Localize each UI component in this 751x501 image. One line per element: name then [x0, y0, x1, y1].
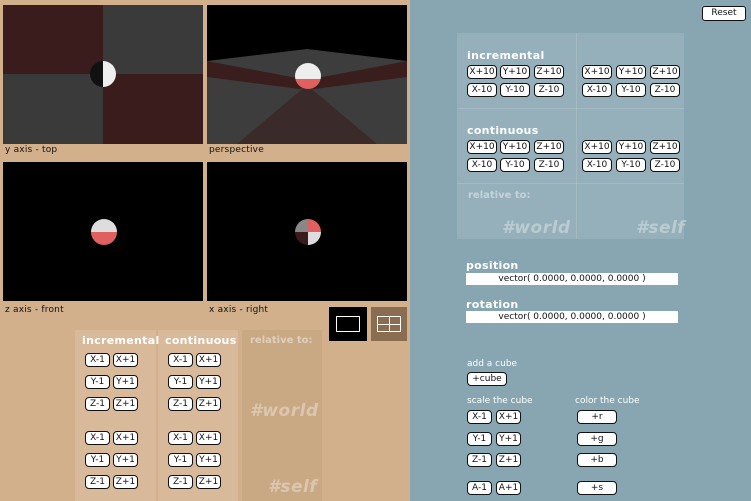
- rot-inc-world-x-minus-button[interactable]: X-10: [467, 83, 497, 97]
- left-inc-self-x-plus-button[interactable]: X+1: [113, 431, 138, 445]
- left-cont-self-x-plus-button[interactable]: X+1: [196, 431, 221, 445]
- left-cont-x-minus-button[interactable]: X-1: [168, 353, 193, 367]
- rotation-label: rotation: [466, 298, 519, 311]
- scale-x-minus-button[interactable]: X-1: [467, 410, 492, 424]
- left-cont-self-z-minus-button[interactable]: Z-1: [168, 475, 193, 489]
- left-inc-self-z-minus-button[interactable]: Z-1: [85, 475, 110, 489]
- rot-inc-world-y-minus-button[interactable]: Y-10: [500, 83, 530, 97]
- rot-cont-world-z-plus-button[interactable]: Z+10: [534, 140, 564, 154]
- left-cont-x-plus-button[interactable]: X+1: [196, 353, 221, 367]
- left-inc-y-plus-button[interactable]: Y+1: [113, 375, 138, 389]
- add-cube-label: add a cube: [467, 359, 518, 369]
- left-cont-y-minus-button[interactable]: Y-1: [168, 375, 193, 389]
- position-label: position: [466, 259, 519, 272]
- rotation-value: vector( 0.0000, 0.0000, 0.0000 ): [466, 311, 678, 323]
- viewport-top[interactable]: [3, 5, 203, 144]
- left-world-option[interactable]: #world: [250, 401, 319, 421]
- rot-inc-self-x-plus-button[interactable]: X+10: [582, 65, 612, 79]
- rot-cont-world-x-minus-button[interactable]: X-10: [467, 158, 497, 172]
- rot-cont-world-y-plus-button[interactable]: Y+10: [500, 140, 530, 154]
- left-cont-self-z-plus-button[interactable]: Z+1: [196, 475, 221, 489]
- right-self-option[interactable]: #self: [636, 218, 685, 238]
- left-cont-self-x-minus-button[interactable]: X-1: [168, 431, 193, 445]
- left-cont-z-plus-button[interactable]: Z+1: [196, 397, 221, 411]
- left-inc-z-minus-button[interactable]: Z-1: [85, 397, 110, 411]
- left-panel: y axis - top perspective z axis - front …: [0, 0, 410, 501]
- viewport-perspective[interactable]: [207, 5, 407, 144]
- viewport-top-label: y axis - top: [5, 145, 58, 155]
- scale-a-plus-button[interactable]: A+1: [496, 481, 521, 495]
- rot-inc-self-x-minus-button[interactable]: X-10: [582, 83, 612, 97]
- scale-x-plus-button[interactable]: X+1: [496, 410, 521, 424]
- left-inc-self-z-plus-button[interactable]: Z+1: [113, 475, 138, 489]
- reset-button[interactable]: Reset: [702, 6, 746, 21]
- rot-inc-self-z-minus-button[interactable]: Z-10: [650, 83, 680, 97]
- rot-cont-world-y-minus-button[interactable]: Y-10: [500, 158, 530, 172]
- rot-inc-world-y-plus-button[interactable]: Y+10: [500, 65, 530, 79]
- left-inc-x-minus-button[interactable]: X-1: [85, 353, 110, 367]
- scale-a-minus-button[interactable]: A-1: [467, 481, 492, 495]
- scale-y-minus-button[interactable]: Y-1: [467, 432, 492, 446]
- rot-cont-world-z-minus-button[interactable]: Z-10: [534, 158, 564, 172]
- scale-y-plus-button[interactable]: Y+1: [496, 432, 521, 446]
- left-inc-z-plus-button[interactable]: Z+1: [113, 397, 138, 411]
- left-cont-self-y-plus-button[interactable]: Y+1: [196, 453, 221, 467]
- color-r-button[interactable]: +r: [577, 410, 617, 424]
- rotation-divider-1: [457, 108, 684, 109]
- viewport-perspective-label: perspective: [209, 145, 264, 155]
- sphere-right: [295, 219, 321, 245]
- left-self-option[interactable]: #self: [268, 477, 317, 497]
- left-inc-x-plus-button[interactable]: X+1: [113, 353, 138, 367]
- rot-cont-self-y-minus-button[interactable]: Y-10: [616, 158, 646, 172]
- rotation-divider-2: [457, 183, 684, 184]
- quad-view-icon[interactable]: [371, 307, 407, 341]
- left-inc-self-y-plus-button[interactable]: Y+1: [113, 453, 138, 467]
- viewport-right[interactable]: [207, 162, 407, 301]
- sphere-top: [90, 61, 116, 87]
- left-inc-self-x-minus-button[interactable]: X-1: [85, 431, 110, 445]
- viewport-front-label: z axis - front: [5, 305, 64, 315]
- rot-cont-self-x-plus-button[interactable]: X+10: [582, 140, 612, 154]
- sphere-front: [91, 219, 117, 245]
- right-panel: Reset incremental continuous relative to…: [410, 0, 751, 501]
- left-continuous-label: continuous: [165, 334, 237, 347]
- sphere-perspective: [295, 63, 321, 89]
- color-cube-label: color the cube: [575, 396, 640, 406]
- scale-z-plus-button[interactable]: Z+1: [496, 453, 521, 467]
- rot-cont-self-z-plus-button[interactable]: Z+10: [650, 140, 680, 154]
- scale-z-minus-button[interactable]: Z-1: [467, 453, 492, 467]
- left-cont-self-y-minus-button[interactable]: Y-1: [168, 453, 193, 467]
- rot-inc-self-z-plus-button[interactable]: Z+10: [650, 65, 680, 79]
- color-g-button[interactable]: +g: [577, 432, 617, 446]
- rot-inc-world-z-minus-button[interactable]: Z-10: [534, 83, 564, 97]
- viewport-right-label: x axis - right: [209, 305, 269, 315]
- left-incremental-label: incremental: [82, 334, 160, 347]
- right-world-option[interactable]: #world: [502, 218, 571, 238]
- position-value: vector( 0.0000, 0.0000, 0.0000 ): [466, 273, 678, 285]
- left-cont-z-minus-button[interactable]: Z-1: [168, 397, 193, 411]
- left-relative-label: relative to:: [250, 335, 313, 346]
- rot-inc-self-y-plus-button[interactable]: Y+10: [616, 65, 646, 79]
- left-inc-y-minus-button[interactable]: Y-1: [85, 375, 110, 389]
- rot-cont-world-x-plus-button[interactable]: X+10: [467, 140, 497, 154]
- color-b-button[interactable]: +b: [577, 453, 617, 467]
- add-cube-button[interactable]: +cube: [467, 372, 507, 386]
- rot-cont-self-z-minus-button[interactable]: Z-10: [650, 158, 680, 172]
- rot-cont-self-y-plus-button[interactable]: Y+10: [616, 140, 646, 154]
- viewport-front[interactable]: [3, 162, 203, 301]
- rotation-divider-vertical: [576, 33, 577, 239]
- left-cont-y-plus-button[interactable]: Y+1: [196, 375, 221, 389]
- rot-inc-world-z-plus-button[interactable]: Z+10: [534, 65, 564, 79]
- right-continuous-label: continuous: [467, 124, 539, 137]
- rot-inc-self-y-minus-button[interactable]: Y-10: [616, 83, 646, 97]
- right-incremental-label: incremental: [467, 49, 545, 62]
- single-view-icon[interactable]: [329, 307, 367, 341]
- left-inc-self-y-minus-button[interactable]: Y-1: [85, 453, 110, 467]
- rot-inc-world-x-plus-button[interactable]: X+10: [467, 65, 497, 79]
- rot-cont-self-x-minus-button[interactable]: X-10: [582, 158, 612, 172]
- color-s-button[interactable]: +s: [577, 481, 617, 495]
- right-relative-label: relative to:: [468, 190, 531, 201]
- scale-cube-label: scale the cube: [467, 396, 533, 406]
